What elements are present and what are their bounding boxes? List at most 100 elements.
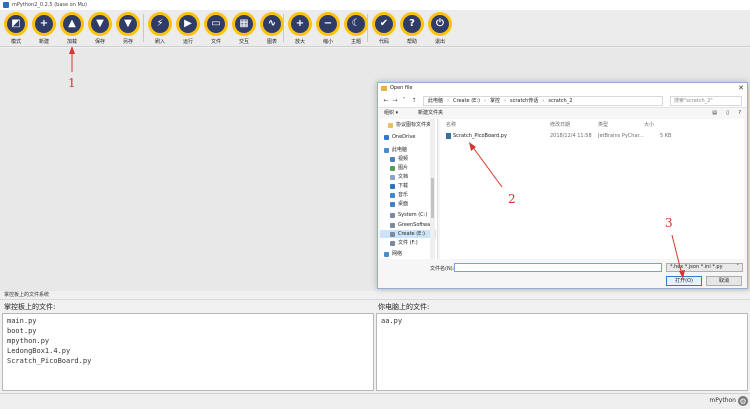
mode-button[interactable]: ◩ 模式 [3,12,29,45]
address-bar[interactable]: 此电脑 › Create (E:) › 掌控 › scratch传话 › scr… [423,96,663,106]
tree-item[interactable]: 协议图标文件夹 [380,121,436,129]
list-item[interactable]: Scratch_PicoBoard.py [7,356,369,366]
chevron-right-icon: › [447,98,450,104]
mode-indicator: mPython [709,397,736,404]
column-header-type[interactable]: 类型 [598,121,608,128]
help-icon[interactable]: ? [738,108,741,118]
repl-button[interactable]: ▦ 交互 [231,12,257,45]
tree-item[interactable]: GreenSoftware [380,221,436,229]
save-button[interactable]: ▼ 保存 [87,12,113,45]
view-options-icon[interactable]: ▤ [712,108,717,118]
step-number-2: 2 [508,192,516,206]
cloud-icon [384,134,389,140]
window-title: mPython2_0.2.5 (base on Mu) [12,2,87,8]
tree-item-selected[interactable]: Create (E:) [380,230,436,238]
desktop-icon [390,201,395,207]
quit-button[interactable]: ⏻ 退出 [427,12,453,45]
files-button[interactable]: ▭ 文件 [203,12,229,45]
flash-button[interactable]: ⚡ 刷入 [147,12,173,45]
organize-button[interactable]: 组织 ▾ [384,108,398,118]
breadcrumb-item[interactable]: scratch_2 [548,97,572,105]
tree-item[interactable]: 视频 [380,155,436,163]
zoom-out-button[interactable]: − 缩小 [315,12,341,45]
forward-icon[interactable]: → [391,96,399,105]
mode-icon: ◩ [7,15,25,33]
board-file-list[interactable]: main.py boot.py mpython.py LedongBox1.4.… [2,313,374,391]
check-code-button[interactable]: ✔ 代码 [371,12,397,45]
tree-item-label: System (C:) [398,212,428,218]
tree-item[interactable]: 图片 [380,164,436,172]
chevron-down-icon[interactable]: ˅ [400,96,408,105]
cancel-button[interactable]: 取消 [706,276,742,286]
breadcrumb-item[interactable]: Create (E:) [453,97,480,105]
search-input[interactable]: 搜索"scratch_2" [670,96,742,106]
filename-input[interactable] [454,263,662,272]
dialog-title: Open file [390,85,413,91]
drive-icon [390,240,395,246]
dialog-title-bar: Open file ✕ [378,83,747,94]
tree-item[interactable]: 网络 [380,250,436,258]
gear-icon[interactable]: ⚙ [738,396,748,406]
file-type-select[interactable]: *.hex *.json *.ini *.py ˅ [666,263,743,272]
run-button[interactable]: ▶ 运行 [175,12,201,45]
save-as-button[interactable]: ▼ 另存 [115,12,141,45]
tree-item[interactable]: 文件 (F:) [380,239,436,247]
filename-row: 文件名(N): *.hex *.json *.ini *.py ˅ [378,262,747,274]
flash-icon: ⚡ [151,15,169,33]
column-header-date[interactable]: 修改日期 [550,121,570,128]
close-icon[interactable]: ✕ [738,83,744,94]
column-header-size[interactable]: 大小 [644,121,654,128]
file-list-pane[interactable]: 名称 修改日期 类型 大小 Scratch_PicoBoard.py 2018/… [440,119,744,259]
tree-item[interactable]: 文档 [380,173,436,181]
play-icon: ▶ [179,15,197,33]
pc-file-list[interactable]: aa.py [376,313,748,391]
file-row[interactable]: Scratch_PicoBoard.py 2018/12/4 11:58 Jet… [444,132,740,141]
python-file-icon [446,132,451,139]
file-date-cell: 2018/12/4 11:58 [550,133,592,139]
tree-item[interactable]: 下载 [380,182,436,190]
list-item[interactable]: LedongBox1.4.py [7,346,369,356]
up-icon[interactable]: ↑ [410,96,418,105]
download-icon: ▼ [91,15,109,33]
open-button[interactable]: 打开(O) [666,276,702,286]
column-header-name[interactable]: 名称 [446,121,456,128]
tree-scrollbar-thumb[interactable] [431,178,434,218]
tree-item[interactable]: OneDrive [380,133,436,141]
list-item[interactable]: mpython.py [7,336,369,346]
drive-icon [390,231,395,237]
plotter-button[interactable]: ∿ 图表 [259,12,285,45]
tree-item-label: 协议图标文件夹 [396,122,432,128]
breadcrumb-item[interactable]: 掌控 [490,97,500,105]
chevron-right-icon: › [542,98,545,104]
pc-files-label: 你电脑上的文件: [378,303,430,311]
list-item[interactable]: main.py [7,316,369,326]
open-file-dialog: Open file ✕ ← → ˅ ↑ 此电脑 › Create (E:) › … [377,82,748,289]
tree-item[interactable]: 音乐 [380,191,436,199]
dialog-command-bar: 组织 ▾ 新建文件夹 ▤ ▯ ? [378,108,747,118]
list-item[interactable]: aa.py [381,316,743,326]
breadcrumb-item[interactable]: 此电脑 [428,97,443,105]
new-folder-button[interactable]: 新建文件夹 [418,108,443,118]
help-button[interactable]: ? 帮助 [399,12,425,45]
zoom-in-icon: + [291,15,309,33]
files-panel-header: 掌控板上的文件系统 [0,291,750,300]
tree-item[interactable]: System (C:) [380,211,436,219]
theme-button[interactable]: ☾ 主题 [343,12,369,45]
zoom-out-icon: − [319,15,337,33]
new-button[interactable]: + 新建 [31,12,57,45]
chevron-right-icon: › [503,98,506,104]
save-as-button-label: 另存 [122,39,133,45]
save-as-icon: ▼ [119,15,137,33]
zoom-in-button[interactable]: + 放大 [287,12,313,45]
upload-icon: ▲ [63,15,81,33]
drive-icon [390,212,395,218]
back-icon[interactable]: ← [382,96,390,105]
load-button[interactable]: ▲ 加载 [59,12,85,45]
preview-pane-icon[interactable]: ▯ [726,108,729,118]
list-item[interactable]: boot.py [7,326,369,336]
document-icon [390,174,395,180]
tree-item[interactable]: 此电脑 [380,146,436,154]
download-icon [390,183,395,189]
breadcrumb-item[interactable]: scratch传话 [510,97,538,105]
tree-item[interactable]: 桌面 [380,200,436,208]
